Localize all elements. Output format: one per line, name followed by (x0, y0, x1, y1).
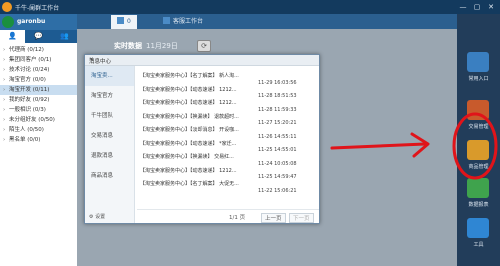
message-row[interactable]: 【淘宝卖家服务中心】【换漏读】 退款超时...11-27 15:20:21 (140, 111, 316, 127)
dialog-title-bar: 消息中心 ✕ (85, 55, 319, 66)
tab-contacts-icon[interactable]: 👤 (0, 30, 25, 43)
contacts-panel: garonbu 👤 💬 👥 › 代理商 (0/12) › 集团同客户 (0/1) ›… (0, 14, 77, 266)
app-tools[interactable]: 工具 (457, 216, 500, 256)
category-item[interactable]: 淘宝官方 (85, 86, 134, 106)
message-row[interactable]: 【淘宝卖家服务中心】【动态速递】 1212...11-25 14:59:47 (140, 165, 316, 181)
tab-messages[interactable]: 0 (111, 15, 137, 29)
page-indicator: 1/1 页 (229, 215, 246, 221)
tab-chats-icon[interactable]: 💬 (26, 30, 51, 43)
contacts-tabs: 👤 💬 👥 (0, 30, 77, 43)
category-item[interactable]: 商品消息 (85, 166, 134, 186)
window-title: 千牛-阑群工作台 (15, 5, 60, 12)
annotation-arrow-circle (330, 112, 498, 180)
pagination: 1/1 页 上一页 下一页 (137, 209, 319, 223)
message-categories: 淘宝卖... 淘宝官方 千牛团队 交易消息 退款消息 商品消息 (85, 66, 135, 223)
group-item[interactable]: › 黑名单 (0/0) (0, 135, 77, 145)
group-list: › 代理商 (0/12) › 集团同客户 (0/1) › 技术讨论 (0/24) › 淘… (0, 45, 77, 145)
tab-groups-icon[interactable]: 👥 (52, 30, 77, 43)
category-item[interactable]: 淘宝卖... (85, 66, 134, 86)
message-row[interactable]: 【淘宝卖家服务中心】【动态速递】 1212...11-28 18:51:53 (140, 84, 316, 100)
settings-button[interactable]: ⚙ 设置 (89, 213, 105, 220)
group-item[interactable]: › 代理商 (0/12) (0, 45, 77, 55)
message-list: 【淘宝卖家服务中心】【名丁解案】 新人淘...11-29 16:03:56 【淘… (140, 70, 316, 194)
user-bar: garonbu (0, 14, 77, 30)
home-icon (467, 52, 489, 72)
group-item[interactable]: › 淘宝官方 (0/0) (0, 75, 77, 85)
category-item[interactable]: 交易消息 (85, 126, 134, 146)
highlight-circle (452, 112, 498, 180)
group-item[interactable]: › 我的好友 (0/92) (0, 95, 77, 105)
gear-icon: ⚙ (89, 214, 94, 220)
arrow-shaft (330, 142, 427, 150)
message-row[interactable]: 【淘宝卖家服务中心】【动态速递】 *家迁...11-25 14:55:01 (140, 138, 316, 154)
prev-page-button[interactable]: 上一页 (261, 213, 286, 223)
user-name: garonbu (17, 18, 46, 25)
refresh-button[interactable]: ⟳ (197, 40, 211, 52)
workbench-tabs: 0 客服工作台 (77, 14, 457, 29)
category-item[interactable]: 退款消息 (85, 146, 134, 166)
group-item[interactable]: › 陌生人 (0/50) (0, 125, 77, 135)
workbench-icon (163, 17, 170, 24)
message-row[interactable]: 【淘宝卖家服务中心】【名丁解案】 大促无...11-22 15:06:21 (140, 178, 316, 194)
next-page-button[interactable]: 下一页 (289, 213, 314, 223)
close-button[interactable]: ✕ (486, 2, 496, 12)
title-bar: 千牛-阑群工作台 — ▢ ✕ (0, 0, 500, 14)
message-row[interactable]: 【淘宝卖家服务中心】【淡却消息】 开设咖...11-26 14:55:11 (140, 124, 316, 140)
group-item[interactable]: › 集团同客户 (0/1) (0, 55, 77, 65)
message-row[interactable]: 【淘宝卖家服务中心】【名丁解案】 新人淘...11-29 16:03:56 (140, 70, 316, 86)
maximize-button[interactable]: ▢ (472, 2, 482, 12)
category-item[interactable]: 千牛团队 (85, 106, 134, 126)
qianniu-logo-icon (2, 2, 12, 12)
group-item[interactable]: › 淘宝开发 (0/11) (0, 85, 77, 95)
tab-service-workbench[interactable]: 客服工作台 (157, 15, 209, 29)
tool-icon (467, 218, 489, 238)
group-item[interactable]: › 一般相识 (0/3) (0, 105, 77, 115)
app-common-entry[interactable]: 常用入口 (457, 50, 500, 90)
group-item[interactable]: › 未分组好友 (0/50) (0, 115, 77, 125)
message-row[interactable]: 【淘宝卖家服务中心】【换漏读】 交易红...11-24 10:05:08 (140, 151, 316, 167)
realtime-data-header: 实时数据 11月29日 (114, 42, 178, 50)
group-item[interactable]: › 技术讨论 (0/24) (0, 65, 77, 75)
message-row[interactable]: 【淘宝卖家服务中心】【动态速递】 1212...11-28 11:59:33 (140, 97, 316, 113)
avatar[interactable] (2, 16, 14, 28)
message-icon (117, 17, 124, 24)
message-center-dialog: 消息中心 ✕ 淘宝卖... 淘宝官方 千牛团队 交易消息 退款消息 商品消息 ⚙… (84, 54, 320, 224)
minimize-button[interactable]: — (458, 2, 468, 12)
close-icon[interactable]: ✕ (89, 57, 316, 63)
